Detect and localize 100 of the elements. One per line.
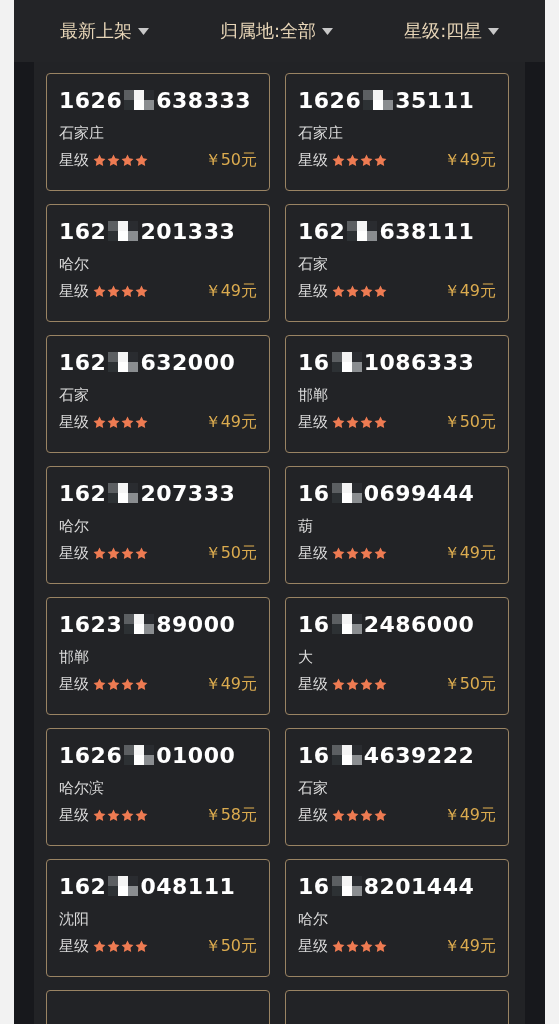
rating-label: 星级 <box>298 937 328 956</box>
star-icon <box>107 940 120 953</box>
star-icon <box>93 809 106 822</box>
mosaic-drawing <box>331 745 362 765</box>
price-label: ￥50元 <box>204 543 257 564</box>
star-icon <box>374 940 387 953</box>
phone-number: 8201444 <box>363 873 475 899</box>
listing-card[interactable]: 16 1086333 邯郸 星级 ￥50元 <box>285 335 509 453</box>
filter-dropdown[interactable]: 星级:四星 <box>398 15 506 47</box>
phone-number: 207333 <box>140 480 236 506</box>
listing-card[interactable]: 162 048111 沈阳 星级 ￥50元 <box>46 859 270 977</box>
star-icon <box>121 285 134 298</box>
star-icon <box>107 285 120 298</box>
star-icon <box>93 416 106 429</box>
listing-card[interactable]: 162 632000 石家 星级 ￥49元 <box>46 335 270 453</box>
price-label: ￥58元 <box>204 805 257 826</box>
star-icon <box>121 154 134 167</box>
star-icon <box>374 809 387 822</box>
star-icon <box>346 285 359 298</box>
phone-number: 2486000 <box>363 611 475 637</box>
mosaic-drawing <box>108 876 139 896</box>
city-label: 石家庄 <box>59 124 104 142</box>
phone-number: 1626 <box>59 87 123 113</box>
star-icon <box>374 154 387 167</box>
caret-icon <box>322 27 333 35</box>
star-icon <box>332 809 345 822</box>
city-label: 大 <box>298 648 313 666</box>
listing-card[interactable]: 16 4639222 石家 星级 ￥49元 <box>285 728 509 846</box>
rating-label: 星级 <box>298 544 328 563</box>
phone-number: 162 <box>298 218 346 244</box>
listing-card[interactable]: 1623 89000 邯郸 星级 ￥49元 <box>46 597 270 715</box>
rating-label: 星级 <box>59 151 89 170</box>
phone-number: 162 <box>59 873 107 899</box>
star-icon <box>346 154 359 167</box>
price-label: ￥49元 <box>204 674 257 695</box>
phone-number: 1086333 <box>363 349 475 375</box>
star-icon <box>121 940 134 953</box>
mosaic-drawing <box>331 352 362 372</box>
caret-icon <box>137 27 149 35</box>
star-icon <box>332 416 345 429</box>
star-icon <box>121 416 134 429</box>
star-icon <box>135 285 148 298</box>
star-icon <box>93 154 106 167</box>
city-label: 石家庄 <box>298 124 343 142</box>
rating-label: 星级 <box>298 282 328 301</box>
city-label: 邯郸 <box>298 386 328 404</box>
star-icon <box>121 547 134 560</box>
star-icon <box>135 154 148 167</box>
phone-number: 16 <box>298 873 330 899</box>
rating-label: 星级 <box>59 675 89 694</box>
filter-dropdown[interactable]: 归属地:全部 <box>213 15 339 47</box>
mosaic-drawing <box>124 90 155 110</box>
star-icon <box>360 547 373 560</box>
rating-label: 星级 <box>59 282 89 301</box>
phone-number: 16 <box>298 611 330 637</box>
phone-number: 0699444 <box>363 480 475 506</box>
star-icon <box>360 154 373 167</box>
city-label: 哈尔 <box>298 910 328 928</box>
star-icon <box>135 678 148 691</box>
star-icon <box>121 809 134 822</box>
filter-dropdown[interactable]: 最新上架 <box>53 15 155 47</box>
mosaic-drawing <box>124 745 155 765</box>
star-icon <box>346 809 359 822</box>
phone-number: 201333 <box>140 218 236 244</box>
rating-label: 星级 <box>298 806 328 825</box>
star-icon <box>135 416 148 429</box>
rating-label: 星级 <box>59 937 89 956</box>
mosaic-drawing <box>108 483 139 503</box>
listing-card[interactable]: 16 2486000 大 星级 ￥50元 <box>285 597 509 715</box>
listing-card[interactable]: 162 201333 哈尔 星级 ￥49元 <box>46 204 270 322</box>
city-label: 邯郸 <box>59 648 89 666</box>
listing-card[interactable]: 162 207333 哈尔 星级 ￥50元 <box>46 466 270 584</box>
phone-number: 89000 <box>156 611 236 637</box>
star-icon <box>135 940 148 953</box>
rating-label: 星级 <box>298 151 328 170</box>
phone-number: 1626 <box>59 742 123 768</box>
city-label: 葫 <box>298 517 313 535</box>
listing-card[interactable]: 1626 638333 石家庄 星级 ￥50元 <box>46 73 270 191</box>
caret-icon <box>488 27 500 35</box>
star-icon <box>107 809 120 822</box>
listing-card[interactable]: 16 0699444 葫 星级 ￥49元 <box>285 466 509 584</box>
star-icon <box>374 678 387 691</box>
listing-card[interactable]: 16 8201444 哈尔 星级 ￥49元 <box>285 859 509 977</box>
price-label: ￥49元 <box>443 281 496 302</box>
mosaic-drawing <box>347 221 378 241</box>
price-label: ￥49元 <box>204 412 257 433</box>
phone-number: 632000 <box>140 349 236 375</box>
phone-number: 16 <box>298 480 330 506</box>
phone-number: 1623 <box>59 611 123 637</box>
phone-number: 16 <box>298 742 330 768</box>
listing-card[interactable]: 1626 01000 哈尔滨 星级 ￥58元 <box>46 728 270 846</box>
listing-card[interactable]: 162 638111 石家 星级 ￥49元 <box>285 204 509 322</box>
star-icon <box>332 154 345 167</box>
star-icon <box>346 416 359 429</box>
city-label: 石家 <box>59 386 89 404</box>
phone-number: 048111 <box>140 873 236 899</box>
mosaic-drawing <box>363 90 394 110</box>
rating-label: 星级 <box>59 413 89 432</box>
listing-card[interactable]: 1626 35111 石家庄 星级 ￥49元 <box>285 73 509 191</box>
phone-number: 01000 <box>156 742 236 768</box>
